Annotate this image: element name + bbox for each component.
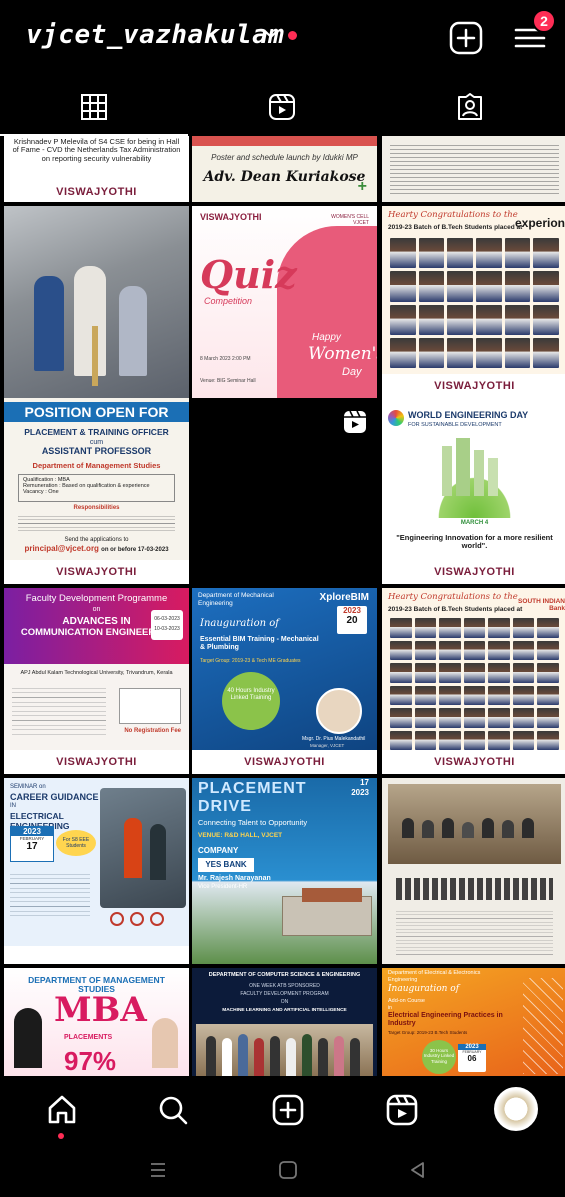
new-post-button[interactable] — [448, 20, 484, 56]
tab-grid[interactable] — [0, 78, 188, 136]
notification-dot — [288, 31, 297, 40]
reels-icon — [386, 1094, 418, 1126]
home-active-dot — [58, 1133, 64, 1139]
profile-avatar[interactable] — [494, 1087, 538, 1131]
post-caption: Poster and schedule launch by Idukki MP — [211, 153, 358, 162]
nav-search[interactable] — [153, 1090, 193, 1130]
post-tile[interactable]: Hearty Congratulations to the 2019-23 Ba… — [382, 588, 565, 774]
post-tile[interactable]: POSITION OPEN FOR PLACEMENT & TRAINING O… — [4, 398, 189, 584]
college-logo: VISWAJYOTHI — [4, 182, 189, 202]
tab-reels[interactable] — [188, 78, 376, 136]
home-circle-icon[interactable] — [276, 1158, 300, 1182]
post-tile[interactable]: DEPARTMENT OF COMPUTER SCIENCE & ENGINEE… — [192, 968, 377, 1076]
tagged-icon — [458, 93, 482, 120]
post-tile[interactable]: Krishnadev P Melevila of S4 CSE for bein… — [4, 136, 189, 202]
college-logo: VISWAJYOTHI — [382, 374, 565, 398]
post-tile[interactable]: Faculty Development Programme on ADVANCE… — [4, 588, 189, 774]
post-tile[interactable] — [382, 136, 565, 202]
post-tile[interactable]: Department of Mechanical Engineering Xpl… — [192, 588, 377, 774]
post-tile[interactable]: DEPARTMENT OF MANAGEMENT STUDIES MBA PLA… — [4, 968, 189, 1076]
post-caption: Adv. Dean Kuriakose — [203, 169, 366, 185]
reels-icon — [269, 94, 295, 120]
college-logo: VISWAJYOTHI — [382, 750, 565, 774]
post-tile[interactable]: VISWAJYOTHI WOMEN'S CELL VJCET Quiz Comp… — [192, 206, 377, 398]
profile-tabs — [0, 78, 565, 136]
back-icon[interactable] — [406, 1158, 430, 1182]
reels-icon — [344, 410, 366, 433]
college-logo: VISWAJYOTHI — [382, 560, 565, 584]
nav-home[interactable] — [42, 1090, 82, 1130]
notification-badge: 2 — [532, 9, 556, 33]
post-grid: Krishnadev P Melevila of S4 CSE for bein… — [4, 136, 565, 1076]
newspaper-headline — [396, 878, 553, 900]
account-username[interactable]: vjcet_vazhakulam — [26, 20, 284, 50]
tab-tagged[interactable] — [376, 78, 564, 136]
post-tile[interactable]: Hearty Congratulations to the 2019-23 Ba… — [382, 206, 565, 398]
home-icon — [48, 1095, 76, 1124]
post-tile[interactable] — [4, 206, 189, 398]
recents-icon[interactable] — [146, 1158, 170, 1182]
post-tile[interactable]: SEMINAR on CAREER GUIDANCE IN ELECTRICAL… — [4, 778, 189, 964]
college-logo: VISWAJYOTHI — [4, 750, 189, 774]
post-tile[interactable]: Department of Electrical & Electronics E… — [382, 968, 565, 1076]
college-logo: VISWAJYOTHI — [192, 750, 377, 774]
search-icon — [159, 1096, 188, 1125]
post-tile[interactable]: WORLD ENGINEERING DAY FOR SUSTAINABLE DE… — [382, 398, 565, 584]
college-logo: VISWAJYOTHI — [4, 560, 189, 584]
post-tile[interactable]: 17 2023 PLACEMENT DRIVE Connecting Talen… — [192, 778, 377, 964]
plus-square-icon — [272, 1094, 304, 1126]
chevron-down-icon[interactable] — [264, 28, 278, 42]
grid-icon — [81, 94, 107, 120]
post-tile[interactable]: Poster and schedule launch by Idukki MP … — [192, 136, 377, 202]
profile-header: vjcet_vazhakulam 2 — [0, 0, 565, 78]
post-caption: Krishnadev P Melevila of S4 CSE for bein… — [12, 137, 181, 163]
post-tile[interactable] — [382, 778, 565, 964]
nav-reels[interactable] — [382, 1090, 422, 1130]
bottom-navigation — [0, 1078, 565, 1144]
nav-create[interactable] — [268, 1090, 308, 1130]
post-tile[interactable] — [192, 398, 377, 584]
system-navigation-bar — [0, 1144, 565, 1197]
